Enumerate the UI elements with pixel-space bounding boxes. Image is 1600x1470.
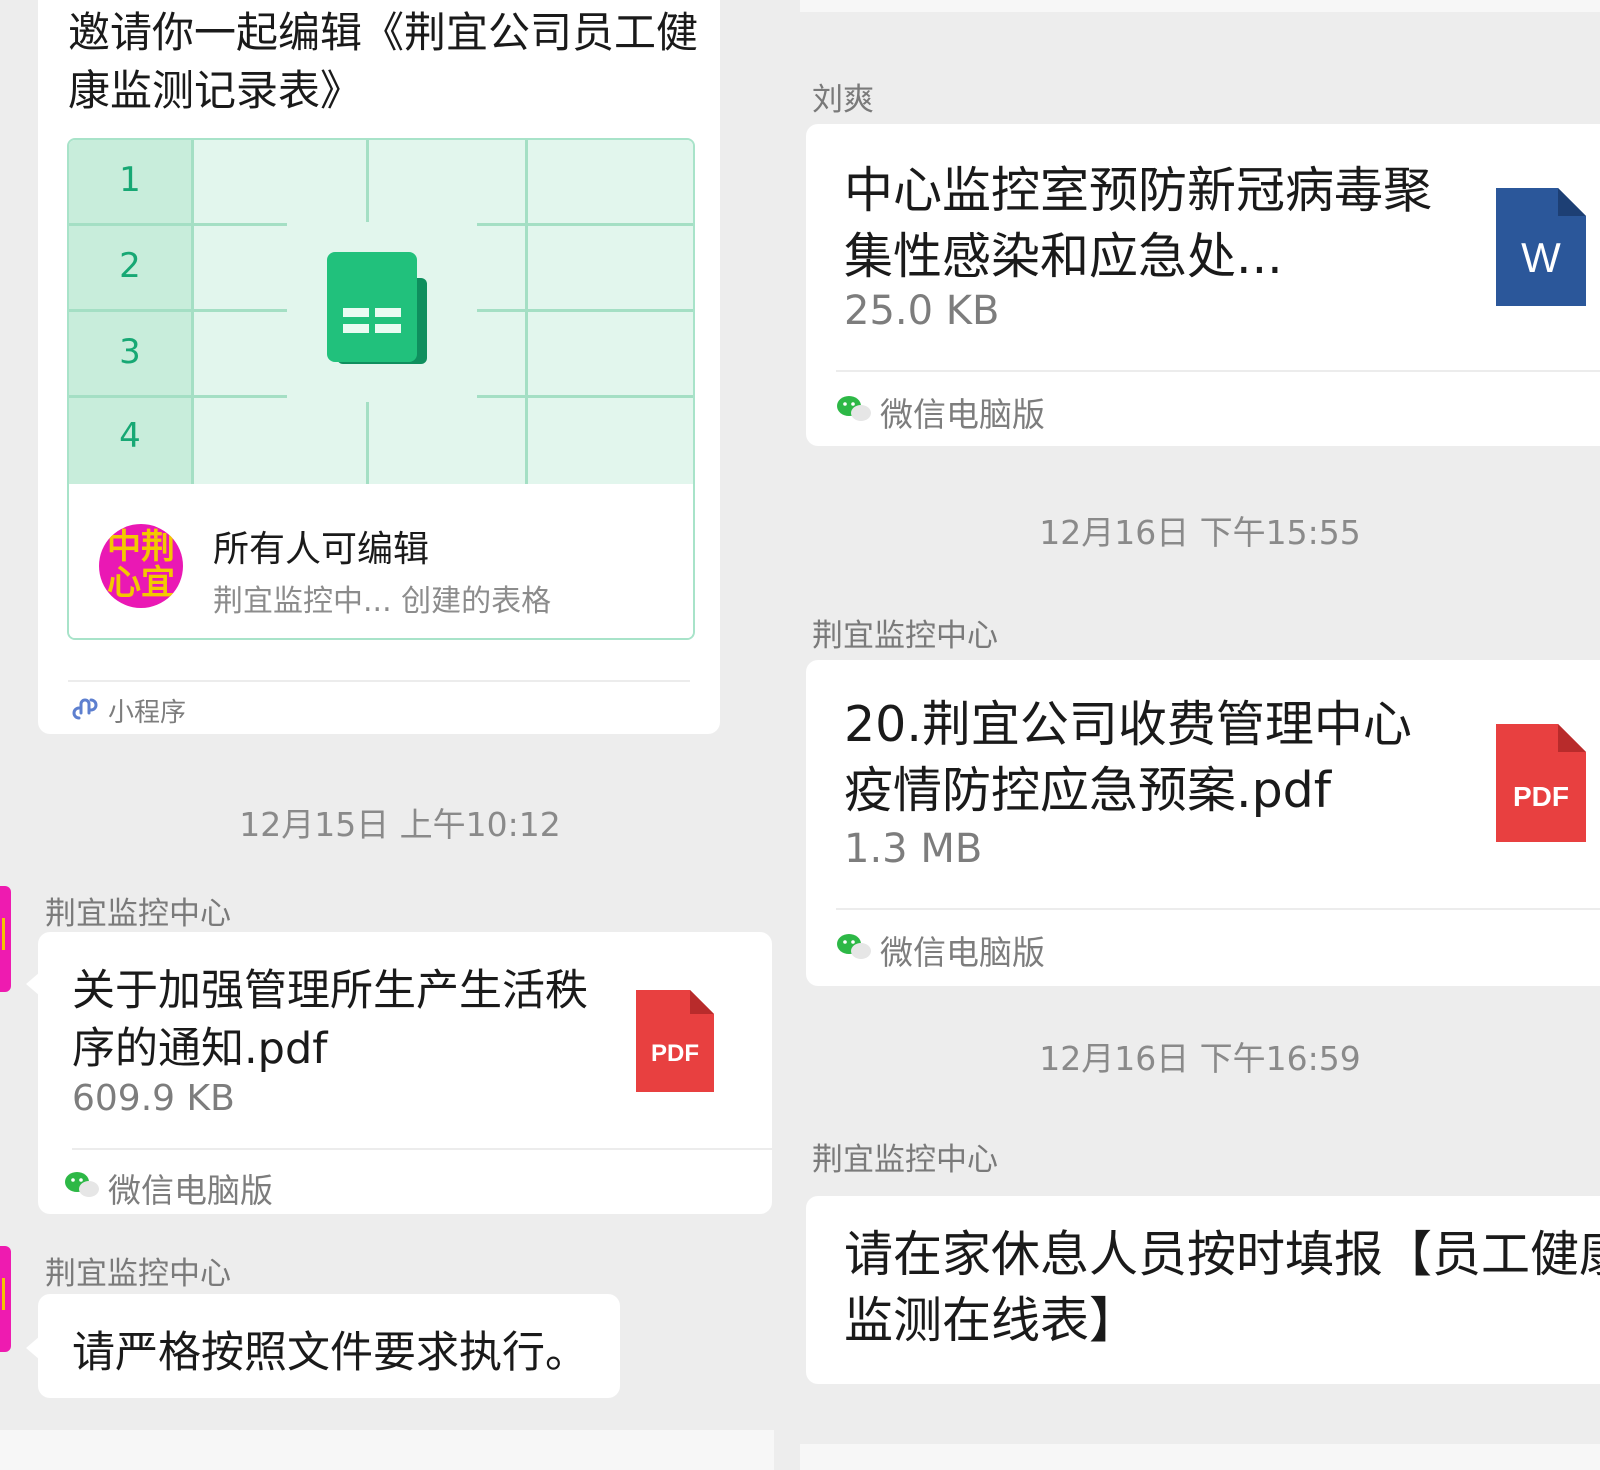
text-message-bubble[interactable]: 请在家休息人员按时填报【员工健康监测在线表】 [806,1196,1600,1384]
row-number: 1 [119,160,141,200]
message-text: 请在家休息人员按时填报【员工健康监测在线表】 [844,1226,1600,1349]
avatar: 中荆 心宜 [99,524,183,608]
file-message-card[interactable]: 20.荆宜公司收费管理中心疫情防控应急预案.pdf 1.3 MB PDF 微信电… [806,660,1600,986]
file-name: 中心监控室预防新冠病毒聚集性感染和应急处... [844,162,1433,285]
mini-program-title: 邀请你一起编辑《荆宜公司员工健康监测记录表》 [68,8,699,115]
svg-text:PDF: PDF [1513,781,1569,812]
timestamp: 12月16日 下午15:55 [1039,513,1361,552]
pdf-file-icon: PDF [1496,724,1586,842]
file-size: 609.9 KB [72,1078,235,1119]
file-size: 1.3 MB [844,826,983,872]
edit-permission-label: 所有人可编辑 [213,529,430,570]
timestamp: 12月15日 上午10:12 [239,805,561,844]
source-label: 微信电脑版 [880,395,1045,434]
row-number: 4 [119,416,141,456]
message-text: 请严格按照文件要求执行。 [72,1328,588,1378]
sender-name: 荆宜监控中心 [45,1256,231,1292]
sender-name: 荆宜监控中心 [812,618,998,654]
sender-name: 刘爽 [812,82,874,118]
spreadsheet-icon [327,252,427,364]
source-label: 微信电脑版 [880,933,1045,972]
mini-program-info: 中荆 心宜 所有人可编辑 荆宜监控中... 创建的表格 [69,484,693,638]
wechat-icon [837,396,871,421]
spreadsheet-preview: 1 2 3 4 中荆 心宜 所有人可编辑 荆宜监控中... 创建的表格 [67,138,695,640]
file-name: 20.荆宜公司收费管理中心疫情防控应急预案.pdf [844,696,1412,819]
chat-column-left: 邀请你一起编辑《荆宜公司员工健康监测记录表》 1 2 3 4 中荆 心宜 所有人… [0,0,774,1470]
mini-program-link-icon [72,698,98,720]
word-file-icon: W [1496,188,1586,306]
wechat-icon [65,1172,99,1197]
wechat-icon [837,934,871,959]
svg-text:PDF: PDF [651,1040,699,1067]
source-label: 微信电脑版 [108,1171,273,1210]
avatar[interactable] [0,886,11,992]
text-message-bubble[interactable]: 请严格按照文件要求执行。 [38,1294,620,1398]
mini-program-card[interactable]: 邀请你一起编辑《荆宜公司员工健康监测记录表》 1 2 3 4 中荆 心宜 所有人… [38,0,720,734]
file-name: 关于加强管理所生产生活秩序的通知.pdf [72,966,588,1074]
sender-name: 荆宜监控中心 [812,1142,998,1178]
svg-text:W: W [1521,234,1561,281]
file-size: 25.0 KB [844,288,1000,334]
pdf-file-icon: PDF [636,990,714,1092]
mini-program-label: 小程序 [108,698,187,728]
row-number: 3 [119,332,141,372]
file-message-card[interactable]: 关于加强管理所生产生活秩序的通知.pdf 609.9 KB PDF 微信电脑版 [38,932,772,1214]
chat-column-right: 刘爽 中心监控室预防新冠病毒聚集性感染和应急处... 25.0 KB W 微信电… [800,0,1600,1470]
spreadsheet-grid: 1 2 3 4 [69,140,693,484]
file-message-card[interactable]: 中心监控室预防新冠病毒聚集性感染和应急处... 25.0 KB W 微信电脑版 [806,124,1600,446]
avatar[interactable] [0,1246,11,1352]
row-number: 2 [119,246,141,286]
creator-label: 荆宜监控中... 创建的表格 [213,584,552,619]
timestamp: 12月16日 下午16:59 [1039,1039,1361,1078]
sender-name: 荆宜监控中心 [45,896,231,932]
